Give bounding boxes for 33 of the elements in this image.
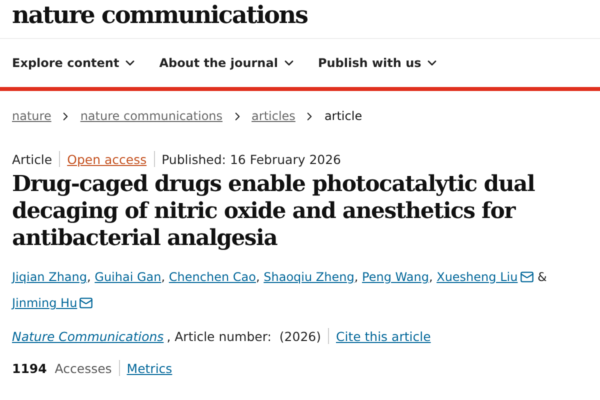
- author-link[interactable]: Shaoqiu Zheng: [264, 270, 354, 284]
- published-date: Published: 16 February 2026: [162, 152, 342, 166]
- access-count: 1194: [12, 360, 47, 376]
- author-link[interactable]: Guihai Gan: [94, 270, 162, 284]
- nav-menu-button[interactable]: About the journal: [159, 56, 296, 70]
- author-separator: ,: [354, 270, 358, 284]
- nav-menu-button[interactable]: Publish with us: [318, 56, 440, 70]
- author-separator: ,: [87, 270, 91, 284]
- journal-link[interactable]: Nature Communications: [12, 328, 164, 344]
- mail-icon[interactable]: [79, 296, 94, 310]
- nav-menu-button[interactable]: Explore content: [12, 56, 138, 70]
- author-link[interactable]: Chenchen Cao: [168, 270, 256, 284]
- accesses-label: Accesses: [54, 360, 112, 376]
- author-link[interactable]: Peng Wang: [362, 270, 429, 284]
- author-separator: ,: [428, 270, 433, 284]
- cite-link[interactable]: Cite this article: [336, 328, 431, 344]
- author-separator: ,: [256, 270, 260, 284]
- breadcrumb-link[interactable]: nature: [12, 109, 52, 123]
- breadcrumb-link[interactable]: articles: [252, 109, 296, 123]
- open-access-link[interactable]: Open access: [67, 152, 147, 166]
- breadcrumb-link[interactable]: nature communications: [80, 109, 223, 123]
- breadcrumb-current: article: [324, 109, 362, 123]
- article-title: Drug-caged drugs enable photocatalytic dual decaging of nitric oxide and anesthetics for antibacterial analgesia: [12, 171, 536, 252]
- author-separator: &: [538, 270, 547, 284]
- article-number: , Article number: (2026): [166, 328, 321, 344]
- author-link[interactable]: Xuesheng Liu: [436, 270, 518, 284]
- mail-icon[interactable]: [520, 270, 534, 284]
- article-type: Article: [12, 152, 52, 166]
- journal-logo[interactable]: nature communications: [0, 0, 600, 38]
- author-link[interactable]: Jinming Hu: [12, 296, 78, 310]
- author-link[interactable]: Jiqian Zhang: [12, 270, 87, 284]
- author-separator: ,: [161, 270, 166, 284]
- metrics-link[interactable]: Metrics: [126, 360, 172, 376]
